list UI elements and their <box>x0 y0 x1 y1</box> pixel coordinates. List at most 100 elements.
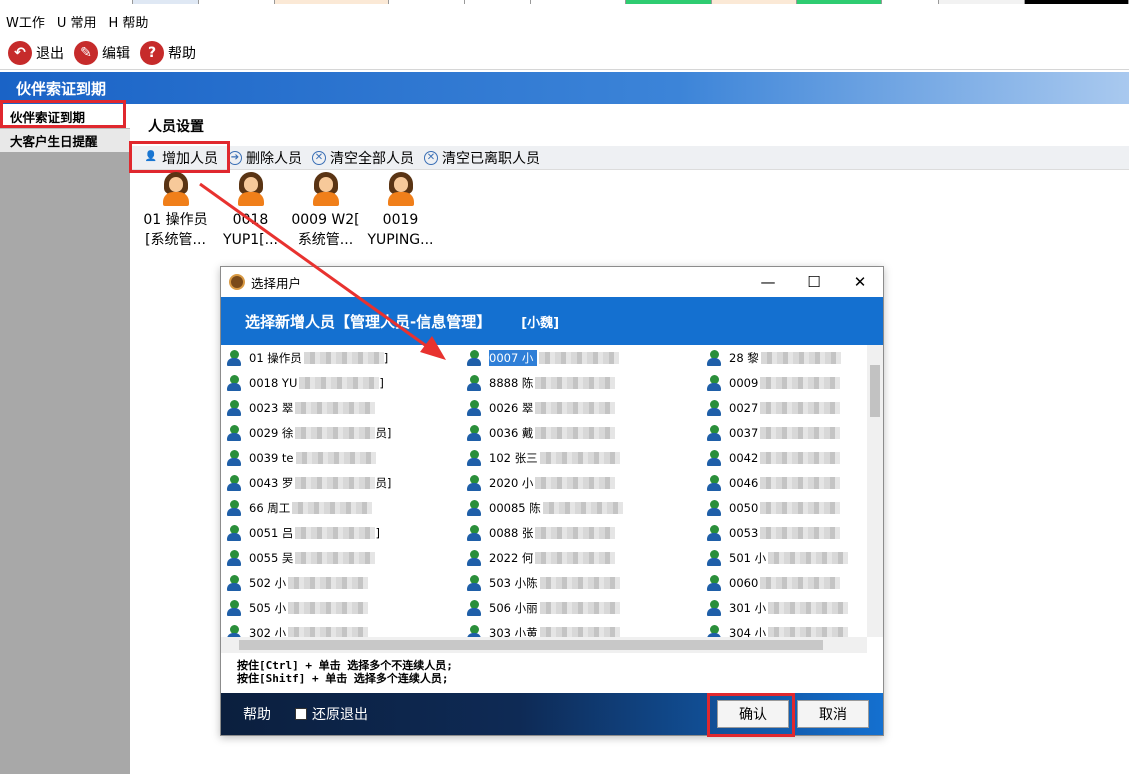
list-item[interactable]: 2022 何 <box>461 545 701 570</box>
redacted-text <box>539 351 620 364</box>
list-item[interactable]: 8888 陈 <box>461 370 701 395</box>
user-icon <box>465 599 483 617</box>
cancel-button[interactable]: 取消 <box>797 700 869 728</box>
user-label: 505 小 <box>249 600 287 615</box>
maximize-icon[interactable]: ☐ <box>791 273 837 291</box>
nav-item-partner-expiry[interactable]: 伙伴索证到期 <box>0 104 130 128</box>
redacted-text <box>542 501 623 514</box>
redacted-text <box>768 551 849 564</box>
list-item[interactable]: 0046 <box>701 470 867 495</box>
user-label: 2022 何 <box>489 550 534 565</box>
user-label: 2020 小 <box>489 475 534 490</box>
exit-button[interactable]: ↶ 退出 <box>8 40 64 65</box>
clear-all-button[interactable]: ✕ 清空全部人员 <box>312 148 414 168</box>
person-name: 0018 <box>232 212 269 228</box>
menu-common[interactable]: U 常用 <box>57 12 97 31</box>
diamond-arrow-icon: ➔ <box>228 150 242 165</box>
user-label: 102 张三 <box>489 450 538 465</box>
list-item[interactable]: 0055 吴 <box>221 545 461 570</box>
list-item[interactable]: 0042 <box>701 445 867 470</box>
list-item[interactable]: 2020 小 <box>461 470 701 495</box>
list-item[interactable]: 0036 戴 <box>461 420 701 445</box>
horizontal-scrollbar[interactable] <box>221 637 867 653</box>
list-item[interactable]: 304 小 <box>701 620 867 637</box>
list-item[interactable]: 301 小 <box>701 595 867 620</box>
list-item[interactable]: 66 周工 <box>221 495 461 520</box>
list-item[interactable]: 0053 <box>701 520 867 545</box>
list-item[interactable]: 0051 吕] <box>221 520 461 545</box>
list-item[interactable]: 0088 张 <box>461 520 701 545</box>
close-icon[interactable]: ✕ <box>837 273 883 291</box>
list-item[interactable]: 0043 罗 员] <box>221 470 461 495</box>
help-link[interactable]: 帮助 <box>243 704 271 724</box>
list-item[interactable]: 505 小 <box>221 595 461 620</box>
user-label: 28 黎 <box>729 350 759 365</box>
list-item[interactable]: 0039 te <box>221 445 461 470</box>
user-icon <box>465 624 483 637</box>
scroll-thumb[interactable] <box>870 365 880 417</box>
list-item[interactable]: 0018 YU] <box>221 370 461 395</box>
user-icon <box>705 474 723 492</box>
add-person-button[interactable]: 👤 增加人员 <box>144 148 218 168</box>
restore-exit-checkbox[interactable]: 还原退出 <box>295 704 368 724</box>
list-item[interactable]: 0027 <box>701 395 867 420</box>
clear-resigned-button[interactable]: ✕ 清空已离职人员 <box>424 148 540 168</box>
list-item[interactable]: 0050 <box>701 495 867 520</box>
scroll-thumb[interactable] <box>239 640 823 650</box>
person-item[interactable]: 0018 YUP1[... <box>213 172 288 250</box>
user-label: 301 小 <box>729 600 767 615</box>
list-item[interactable]: 0029 徐 员] <box>221 420 461 445</box>
list-item[interactable]: 0060 <box>701 570 867 595</box>
user-icon <box>465 499 483 517</box>
list-item[interactable]: 102 张三 <box>461 445 701 470</box>
user-label: 502 小 <box>249 575 287 590</box>
user-icon <box>705 524 723 542</box>
user-suffix: 员] <box>375 425 392 440</box>
edit-button[interactable]: ✎ 编辑 <box>74 40 130 65</box>
nav-item-birthday-reminder[interactable]: 大客户生日提醒 <box>0 128 130 152</box>
list-item[interactable]: 0023 翠 <box>221 395 461 420</box>
list-item[interactable]: 28 黎 <box>701 345 867 370</box>
list-item[interactable]: 502 小 <box>221 570 461 595</box>
redacted-text <box>295 551 376 564</box>
list-item[interactable]: 303 小黄 <box>461 620 701 637</box>
selection-hints: 按住[Ctrl] + 单击 选择多个不连续人员; 按住[Shitf] + 单击 … <box>237 659 453 685</box>
user-add-icon: 👤 <box>144 150 158 162</box>
delete-person-label: 删除人员 <box>246 150 302 167</box>
person-item[interactable]: 0019 YUPING... <box>363 172 438 250</box>
menu-work[interactable]: W工作 <box>6 12 45 31</box>
user-icon <box>705 624 723 637</box>
user-icon <box>705 549 723 567</box>
delete-person-button[interactable]: ➔ 删除人员 <box>228 148 302 168</box>
person-name: 01 操作员 <box>143 212 208 228</box>
user-icon <box>705 449 723 467</box>
help-button[interactable]: ? 帮助 <box>140 40 196 65</box>
user-icon <box>465 399 483 417</box>
list-item[interactable]: 0026 翠 <box>461 395 701 420</box>
list-item[interactable]: 0009 <box>701 370 867 395</box>
redacted-text <box>295 476 376 489</box>
list-item[interactable]: 0007 小 <box>461 345 701 370</box>
checkbox-box[interactable] <box>295 708 307 720</box>
list-item[interactable]: 503 小陈 <box>461 570 701 595</box>
person-item[interactable]: 01 操作员 [系统管... <box>138 172 213 250</box>
user-icon <box>225 574 243 592</box>
user-label: 0018 YU <box>249 375 298 390</box>
confirm-button[interactable]: 确认 <box>717 700 789 728</box>
list-item[interactable]: 01 操作员] <box>221 345 461 370</box>
list-item[interactable]: 506 小丽 <box>461 595 701 620</box>
menu-help[interactable]: H 帮助 <box>109 12 149 31</box>
person-item[interactable]: 0009 W2[ 系统管... <box>288 172 363 250</box>
list-item[interactable]: 501 小 <box>701 545 867 570</box>
user-list[interactable]: 01 操作员] 0018 YU] 0023 翠 0029 徐员] 0039 te 0043… <box>221 345 867 637</box>
minimize-icon[interactable]: — <box>745 273 791 291</box>
redacted-text <box>535 426 616 439</box>
vertical-scrollbar[interactable] <box>867 345 883 637</box>
list-item[interactable]: 00085 陈 <box>461 495 701 520</box>
list-item[interactable]: 302 小 <box>221 620 461 637</box>
user-icon <box>225 399 243 417</box>
redacted-text <box>535 401 616 414</box>
user-icon <box>465 524 483 542</box>
clear-icon: ✕ <box>424 150 438 165</box>
list-item[interactable]: 0037 <box>701 420 867 445</box>
